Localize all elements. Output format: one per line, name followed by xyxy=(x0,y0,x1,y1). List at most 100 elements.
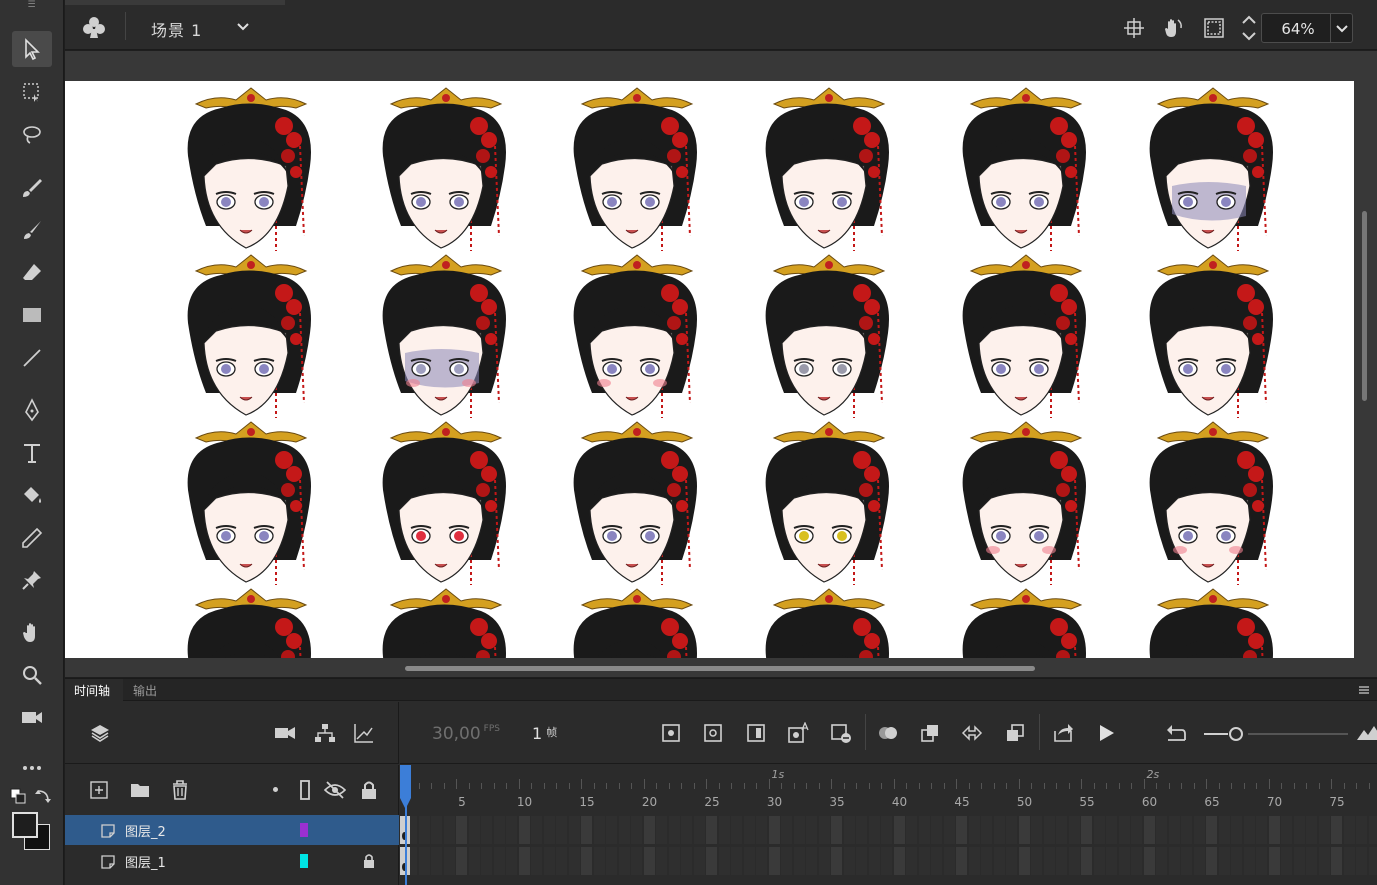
frame-cell[interactable] xyxy=(931,816,942,844)
camera-icon[interactable] xyxy=(274,722,296,744)
frame-cell[interactable] xyxy=(1081,816,1092,844)
frame-cell[interactable] xyxy=(968,847,980,875)
character-expression-sprite[interactable] xyxy=(176,587,326,658)
tab-output[interactable]: 输出 xyxy=(133,682,157,699)
frame-cell[interactable] xyxy=(656,816,667,844)
character-expression-sprite[interactable] xyxy=(951,253,1101,423)
lasso-tool-icon[interactable] xyxy=(12,117,52,153)
fps-display[interactable]: 30,00 FPS xyxy=(432,724,500,744)
character-expression-sprite[interactable] xyxy=(754,587,904,658)
selection-tool-icon[interactable] xyxy=(12,31,52,67)
frame-cell[interactable] xyxy=(1343,847,1355,875)
zoom-fit-icon[interactable] xyxy=(1237,14,1261,41)
frame-cell[interactable] xyxy=(556,847,567,875)
frame-cell[interactable] xyxy=(631,816,642,844)
zoom-slider-track[interactable] xyxy=(1248,733,1348,735)
frame-cell[interactable] xyxy=(643,847,655,875)
panel-menu-icon[interactable] xyxy=(1357,682,1371,696)
frame-cell[interactable] xyxy=(1343,816,1355,844)
stroke-color-swatch[interactable] xyxy=(12,812,38,838)
frame-cell[interactable] xyxy=(956,847,967,875)
frame-cell[interactable] xyxy=(1006,816,1017,844)
frame-cell[interactable] xyxy=(431,816,442,844)
frame-cell[interactable] xyxy=(981,847,992,875)
frame-cell[interactable] xyxy=(518,816,530,844)
character-expression-sprite[interactable] xyxy=(562,253,712,423)
tab-timeline[interactable]: 时间轴 xyxy=(74,682,110,699)
frame-cell[interactable] xyxy=(1118,847,1130,875)
camera-tool-icon[interactable] xyxy=(12,699,52,735)
layer-color-swatch[interactable] xyxy=(300,854,308,868)
character-expression-sprite[interactable] xyxy=(176,420,326,590)
frame-cell[interactable] xyxy=(893,816,905,844)
frame-cell[interactable] xyxy=(568,847,580,875)
frame-cell[interactable] xyxy=(681,847,692,875)
layer-name[interactable]: 图层_1 xyxy=(125,852,166,871)
character-expression-sprite[interactable] xyxy=(371,420,521,590)
frame-cell[interactable] xyxy=(956,816,967,844)
frame-cell[interactable] xyxy=(531,816,542,844)
frame-cell[interactable] xyxy=(731,847,742,875)
frame-cell[interactable] xyxy=(906,816,917,844)
layer-row[interactable]: 图层_1 xyxy=(65,846,399,876)
frame-cell[interactable] xyxy=(793,847,805,875)
eraser-tool-icon[interactable] xyxy=(12,254,52,290)
frame-cell[interactable] xyxy=(518,847,530,875)
frame-cell[interactable] xyxy=(1131,847,1142,875)
lock-icon[interactable] xyxy=(358,779,380,801)
onion-skin-icon[interactable] xyxy=(877,722,899,744)
brush-tool-icon[interactable] xyxy=(12,212,52,248)
frame-cell[interactable] xyxy=(468,816,480,844)
frame-cell[interactable] xyxy=(1068,847,1080,875)
layers-stack-icon[interactable] xyxy=(89,722,111,744)
frame-cell[interactable] xyxy=(493,847,505,875)
frame-ruler[interactable]: 5 10 15 20 25 30 35 40 45 50 55 60 65 70 75 1s 2s xyxy=(400,765,1377,815)
frame-cell[interactable] xyxy=(1156,816,1167,844)
frame-cell[interactable] xyxy=(1281,816,1292,844)
frame-cell[interactable] xyxy=(1018,816,1030,844)
frame-cell[interactable] xyxy=(943,816,955,844)
frame-cell[interactable] xyxy=(1356,847,1367,875)
character-expression-sprite[interactable] xyxy=(951,420,1101,590)
frame-cell[interactable] xyxy=(881,816,892,844)
frame-cell[interactable] xyxy=(1106,847,1117,875)
character-expression-sprite[interactable] xyxy=(562,420,712,590)
character-expression-sprite[interactable] xyxy=(1138,253,1288,423)
horizontal-scrollbar[interactable] xyxy=(405,666,1035,671)
frame-cell[interactable] xyxy=(706,816,717,844)
frame-cell[interactable] xyxy=(481,847,492,875)
frame-cell[interactable] xyxy=(1043,847,1055,875)
frame-cell[interactable] xyxy=(1331,816,1342,844)
mountains-icon[interactable] xyxy=(1356,722,1377,744)
frame-cell[interactable] xyxy=(768,847,780,875)
frame-cell[interactable] xyxy=(756,816,767,844)
frame-row[interactable] xyxy=(400,815,1377,845)
frame-cell[interactable] xyxy=(1193,847,1205,875)
frame-cell[interactable] xyxy=(881,847,892,875)
frame-cell[interactable] xyxy=(1368,847,1377,875)
graph-icon[interactable] xyxy=(353,722,375,744)
text-tool-icon[interactable] xyxy=(12,435,52,471)
timeline-zoom-slider[interactable] xyxy=(1229,727,1243,741)
chevron-down-icon[interactable] xyxy=(235,18,251,34)
frame-cell[interactable] xyxy=(718,816,730,844)
frame-cell[interactable] xyxy=(743,816,755,844)
pen-tool-icon[interactable] xyxy=(12,392,52,428)
frame-cell[interactable] xyxy=(1193,816,1205,844)
new-layer-icon[interactable] xyxy=(88,779,110,801)
layer-parenting-icon[interactable] xyxy=(314,722,336,744)
frame-cell[interactable] xyxy=(1143,816,1155,844)
frame-cell[interactable] xyxy=(1318,816,1330,844)
frame-cell[interactable] xyxy=(1006,847,1017,875)
frame-cell[interactable] xyxy=(743,847,755,875)
frame-cell[interactable] xyxy=(593,816,605,844)
layer-row[interactable]: 图层_2 xyxy=(65,815,399,845)
frame-cell[interactable] xyxy=(493,816,505,844)
frame-cell[interactable] xyxy=(1218,847,1230,875)
frame-cell[interactable] xyxy=(818,816,830,844)
frame-cell[interactable] xyxy=(1181,847,1192,875)
frame-cell[interactable] xyxy=(1231,816,1242,844)
clip-content-icon[interactable] xyxy=(1202,16,1226,40)
frame-cell[interactable] xyxy=(868,816,880,844)
frame-cell[interactable] xyxy=(1281,847,1292,875)
